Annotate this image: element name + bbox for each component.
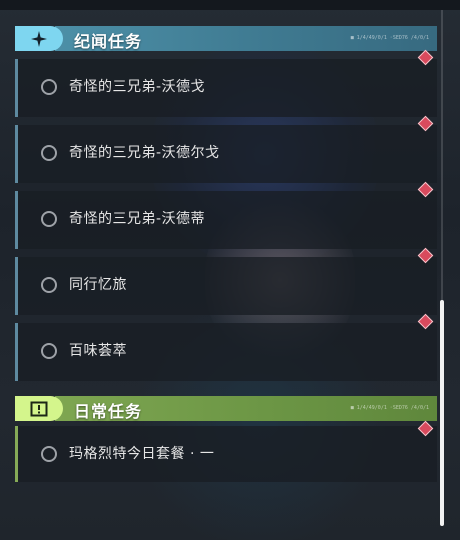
quest-title: 奇怪的三兄弟-沃德戈 <box>69 79 206 95</box>
section-title: 纪闻任务 <box>74 32 143 51</box>
quest-row[interactable]: 玛格烈特今日套餐 · 一 <box>15 420 437 482</box>
section-header-journey: 纪闻任务 ■ 1/4/49/0/1 ◦SED76 /4/0/1 <box>15 26 437 51</box>
quest-row[interactable]: 奇怪的三兄弟-沃德尔戈 <box>15 115 437 183</box>
empty-circle-icon <box>41 277 57 293</box>
quest-accent-bar <box>15 323 18 381</box>
quest-title: 玛格烈特今日套餐 · 一 <box>69 446 215 462</box>
section-title: 日常任务 <box>74 402 143 421</box>
empty-circle-icon <box>41 145 57 161</box>
quest-row[interactable]: 同行忆旅 <box>15 247 437 315</box>
four-point-star-icon <box>31 30 47 47</box>
scrollbar-thumb[interactable] <box>440 300 444 526</box>
quest-row[interactable]: 奇怪的三兄弟-沃德戈 <box>15 49 437 117</box>
quest-title: 奇怪的三兄弟-沃德尔戈 <box>69 145 220 161</box>
section-header-daily: 日常任务 ■ 1/4/49/0/1 ◦SED76 /4/0/1 <box>15 396 437 421</box>
quest-accent-bar <box>15 426 18 482</box>
quest-accent-bar <box>15 59 18 117</box>
empty-circle-icon <box>41 79 57 95</box>
quest-accent-bar <box>15 257 18 315</box>
exclamation-box-icon <box>30 401 48 416</box>
section-icon-badge <box>15 26 63 51</box>
quest-title: 同行忆旅 <box>69 277 127 293</box>
section-icon-badge <box>15 396 63 421</box>
quest-row[interactable]: 百味荟萃 <box>15 313 437 381</box>
quest-title: 百味荟萃 <box>69 343 127 359</box>
empty-circle-icon <box>41 343 57 359</box>
section-tag: ■ 1/4/49/0/1 ◦SED76 /4/0/1 <box>350 405 429 411</box>
quest-accent-bar <box>15 191 18 249</box>
empty-circle-icon <box>41 211 57 227</box>
quest-row[interactable]: 奇怪的三兄弟-沃德蒂 <box>15 181 437 249</box>
section-tag: ■ 1/4/49/0/1 ◦SED76 /4/0/1 <box>350 35 429 41</box>
empty-circle-icon <box>41 446 57 462</box>
quest-title: 奇怪的三兄弟-沃德蒂 <box>69 211 206 227</box>
quest-accent-bar <box>15 125 18 183</box>
